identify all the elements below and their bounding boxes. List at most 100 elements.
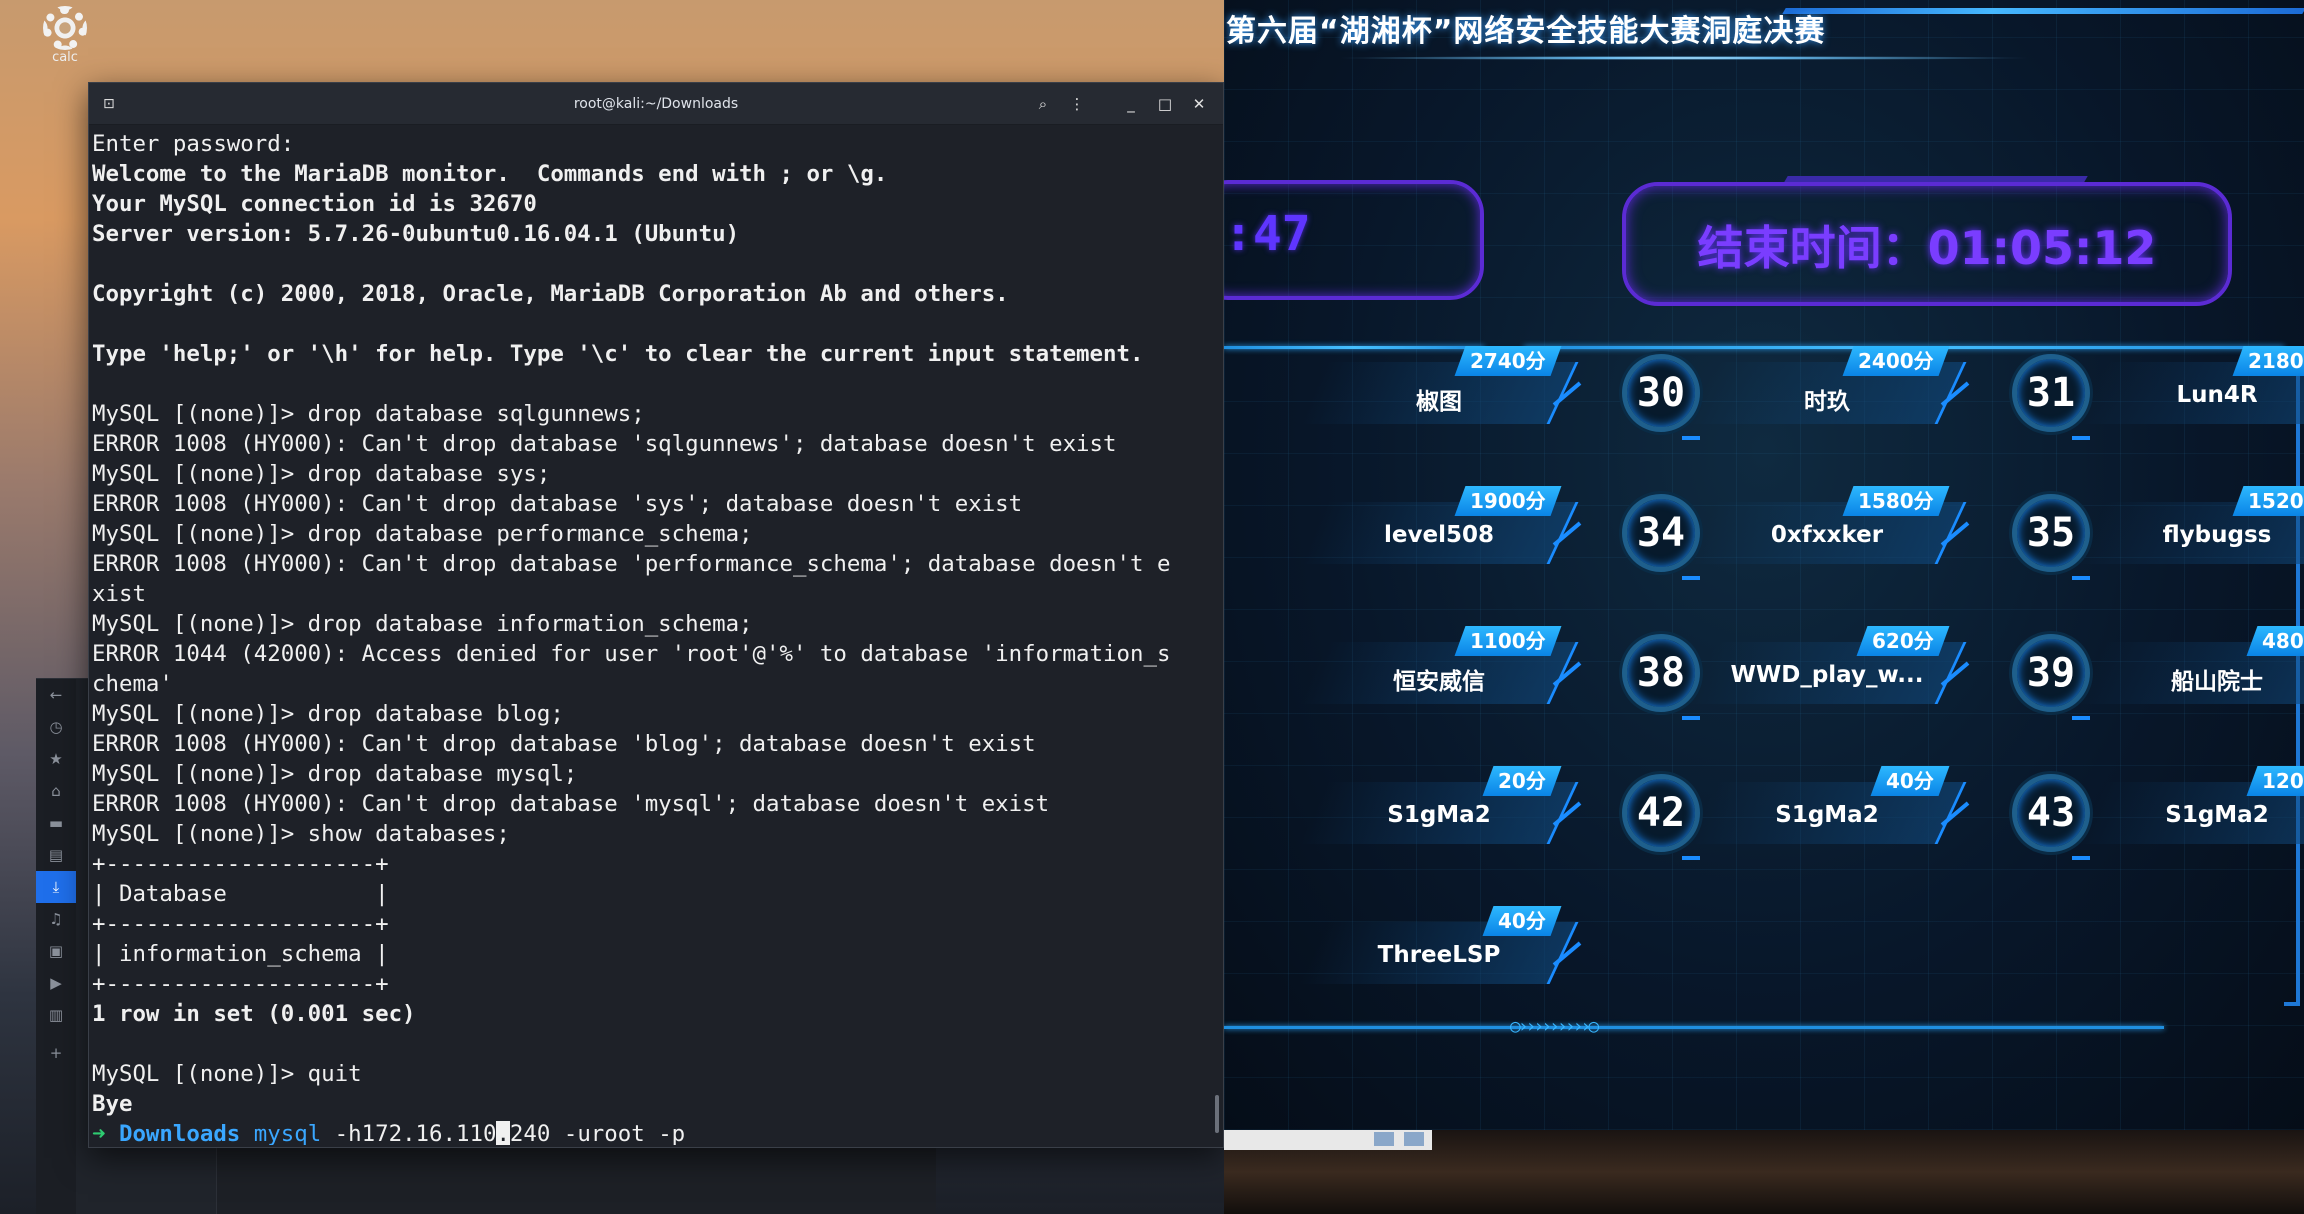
team-card: 39 480分 船山院士 — [2012, 626, 2304, 720]
team-name: 船山院士 — [2171, 669, 2263, 695]
team-name: 椒图 — [1416, 389, 1462, 415]
team-score: 40分 — [1886, 769, 1934, 793]
terminal-line: +--------------------+ — [92, 911, 389, 937]
team-name: 0xfxxker — [1770, 522, 1884, 548]
team-score: 620分 — [1872, 629, 1934, 653]
terminal-line: ERROR 1008 (HY000): Can't drop database … — [92, 731, 1036, 757]
back-arrow-icon[interactable]: ← — [36, 679, 76, 711]
team-name: S1gMa2 — [1775, 802, 1879, 828]
terminal-line: chema' — [92, 671, 173, 697]
recent-icon[interactable]: ◷ — [36, 711, 76, 743]
elapsed-clock: :47 — [1224, 180, 1484, 300]
terminal-line: MySQL [(none)]> drop database sys; — [92, 461, 551, 487]
team-card: 42 40分 S1gMa2 — [1622, 766, 1972, 860]
elapsed-clock-text: :47 — [1224, 206, 1311, 262]
team-score-badge: 40分 — [1870, 766, 1950, 796]
trash-icon[interactable]: ▥ — [36, 999, 76, 1031]
terminal-line: xist — [92, 581, 146, 607]
scoreboard-window: 第六届“湖湘杯”网络安全技能大赛洞庭决赛 :47 结束时间：01:05:12 2… — [1224, 0, 2304, 1130]
documents-icon[interactable]: ▤ — [36, 839, 76, 871]
team-name: 时玖 — [1804, 389, 1850, 415]
terminal-line: 1 row in set (0.001 sec) — [92, 1001, 416, 1027]
team-score-badge: 480分 — [2246, 626, 2304, 656]
minimize-icon[interactable]: _ — [1117, 91, 1145, 117]
downloads-icon[interactable]: ⤓ — [36, 871, 76, 903]
pictures-icon[interactable]: ▣ — [36, 935, 76, 967]
text-cursor: . — [496, 1121, 510, 1145]
gear-icon — [43, 6, 87, 50]
team-score: 2400分 — [1858, 349, 1934, 373]
terminal-line: ERROR 1008 (HY000): Can't drop database … — [92, 491, 1023, 517]
terminal-line: +--------------------+ — [92, 971, 389, 997]
prompt-command: mysql — [253, 1121, 322, 1145]
team-name: flybugss — [2162, 522, 2272, 548]
terminal-line: Enter password: — [92, 131, 295, 157]
terminal-line: ERROR 1008 (HY000): Can't drop database … — [92, 551, 1171, 577]
terminal-line: MySQL [(none)]> quit — [92, 1061, 362, 1087]
team-card: 20分 S1gMa2 — [1254, 766, 1584, 860]
end-time-text: 结束时间：01:05:12 — [1697, 221, 2157, 275]
search-icon[interactable]: ⌕ — [1029, 91, 1057, 117]
terminal-line: MySQL [(none)]> show databases; — [92, 821, 510, 847]
team-score-badge: 1520分 — [2232, 486, 2304, 516]
menu-kebab-icon[interactable]: ⋮ — [1063, 91, 1091, 117]
terminal-line: Copyright (c) 2000, 2018, Oracle, MariaD… — [92, 281, 1009, 307]
terminal-window[interactable]: ⊡ root@kali:~/Downloads ⌕ ⋮ _ □ ✕ Enter … — [88, 82, 1224, 1148]
maximize-icon[interactable]: □ — [1151, 91, 1179, 117]
desktop-icon[interactable]: ▬ — [36, 807, 76, 839]
team-score-badge: 40分 — [1482, 906, 1562, 936]
team-name: level508 — [1384, 522, 1494, 548]
home-icon[interactable]: ⌂ — [36, 775, 76, 807]
terminal-titlebar[interactable]: ⊡ root@kali:~/Downloads ⌕ ⋮ _ □ ✕ — [89, 83, 1223, 125]
close-icon[interactable]: ✕ — [1185, 91, 1213, 117]
terminal-line: | information_schema | — [92, 941, 389, 967]
team-score-badge: 2740分 — [1454, 346, 1562, 376]
terminal-output[interactable]: Enter password: Welcome to the MariaDB mo… — [89, 125, 1223, 1145]
team-card: 35 1520分 flybugss — [2012, 486, 2304, 580]
team-name: S1gMa2 — [2165, 802, 2269, 828]
team-card: 31 2180分 Lun4R — [2012, 346, 2304, 440]
team-card: 30 2400分 时玖 — [1622, 346, 1972, 440]
end-time-panel: 结束时间：01:05:12 — [1622, 182, 2232, 306]
terminal-line: ERROR 1008 (HY000): Can't drop database … — [92, 791, 1050, 817]
terminal-line: MySQL [(none)]> drop database informatio… — [92, 611, 753, 637]
team-score: 2740分 — [1470, 349, 1546, 373]
calc-label: calc — [52, 50, 78, 65]
plus-icon[interactable]: + — [36, 1037, 76, 1069]
terminal-scrollbar[interactable] — [1215, 1095, 1219, 1133]
team-card: 2740分 椒图 — [1254, 346, 1584, 440]
terminal-line: ERROR 1008 (HY000): Can't drop database … — [92, 431, 1117, 457]
file-manager-sidebar: ← ◷ ★ ⌂ ▬ ▤ ⤓ ♫ ▣ ▶ ▥ + — [36, 679, 76, 1214]
team-score: 1580分 — [1858, 489, 1934, 513]
music-icon[interactable]: ♫ — [36, 903, 76, 935]
terminal-line: Welcome to the MariaDB monitor. Commands… — [92, 161, 888, 187]
team-score: 1900分 — [1470, 489, 1546, 513]
terminal-line: Bye — [92, 1091, 133, 1117]
team-score-badge: 1900分 — [1454, 486, 1562, 516]
team-score: 2180分 — [2248, 349, 2304, 373]
star-icon[interactable]: ★ — [36, 743, 76, 775]
team-name: ThreeLSP — [1377, 942, 1501, 968]
prompt-args: 240 -uroot -p — [509, 1121, 686, 1145]
team-score-badge: 120分 — [2246, 766, 2304, 796]
videos-icon[interactable]: ▶ — [36, 967, 76, 999]
shell-prompt-line[interactable]: ➜ Downloads mysql -h172.16.110.240 -uroo… — [92, 1119, 1223, 1145]
team-name: Lun4R — [2176, 382, 2258, 408]
terminal-line: +--------------------+ — [92, 851, 389, 877]
terminal-line: MySQL [(none)]> drop database sqlgunnews… — [92, 401, 645, 427]
team-score-badge: 2180分 — [2232, 346, 2304, 376]
prompt-arrow-icon: ➜ — [92, 1121, 106, 1145]
team-name: WWD_play_w... — [1730, 662, 1924, 688]
terminal-line: MySQL [(none)]> drop database performanc… — [92, 521, 753, 547]
terminal-line: MySQL [(none)]> drop database blog; — [92, 701, 564, 727]
scoreboard-title: 第六届“湖湘杯”网络安全技能大赛洞庭决赛 — [1226, 14, 1826, 49]
calc-desktop-icon[interactable]: calc — [38, 6, 92, 65]
team-card: 1100分 恒安威信 — [1254, 626, 1584, 720]
team-card: 34 1580分 0xfxxker — [1622, 486, 1972, 580]
team-score: 40分 — [1498, 909, 1546, 933]
team-card: 40分 ThreeLSP — [1254, 906, 1584, 1000]
